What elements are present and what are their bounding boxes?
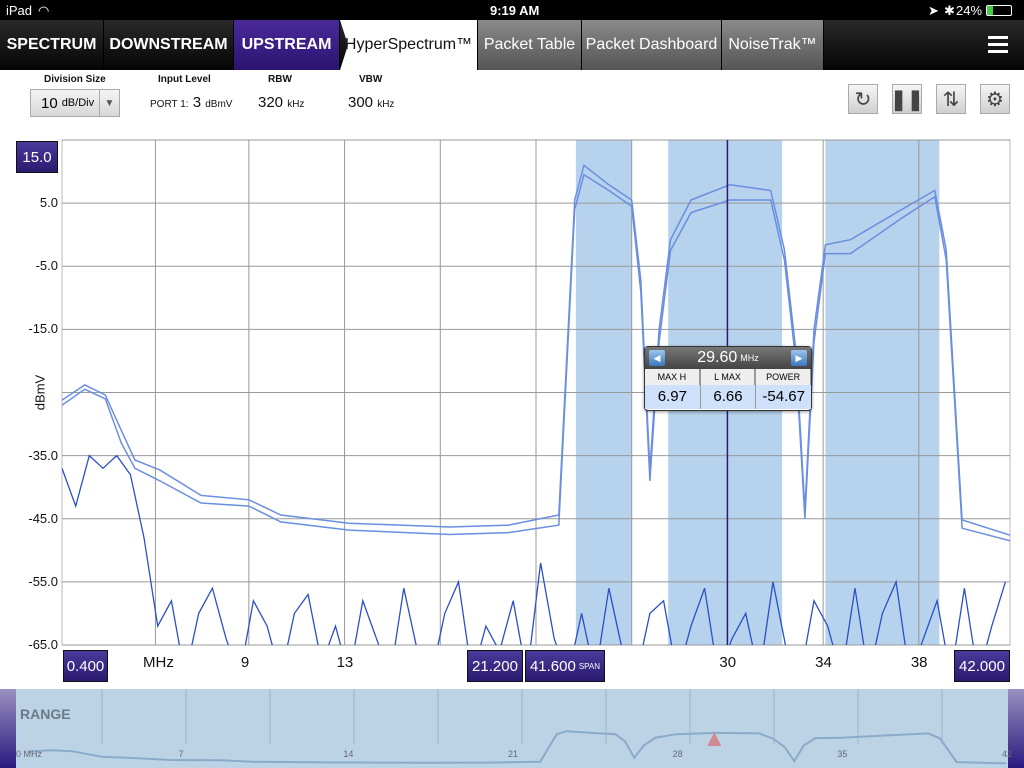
x-tick-label: 13 <box>336 654 354 671</box>
spectrum-chart[interactable] <box>0 0 1024 690</box>
marker-freq: 29.60 <box>697 349 738 366</box>
y-tick-label: -55.0 <box>28 573 58 589</box>
range-tick-label: 21 <box>508 749 519 759</box>
span-value: 41.600 <box>529 657 576 675</box>
live-max-label: L MAX <box>700 369 756 385</box>
range-tick-label: 35 <box>837 749 848 759</box>
x-tick-label: 9 <box>240 654 250 671</box>
y-tick-label: -45.0 <box>28 510 58 526</box>
range-tick-label: 0 MHz <box>16 749 43 759</box>
max-hold-label: MAX H <box>645 369 700 385</box>
arrow-left-icon[interactable]: ◀ <box>649 350 665 366</box>
arrow-right-icon[interactable]: ▶ <box>791 350 807 366</box>
ref-level-box[interactable]: 15.0 <box>16 141 58 173</box>
marker-readout: ◀ 29.60 MHz ▶ MAX H 6.97 L MAX 6.66 POWER -54.… <box>644 346 812 411</box>
marker-unit: MHz <box>740 353 759 363</box>
max-hold-value: 6.97 <box>645 385 700 409</box>
live-max-value: 6.66 <box>700 385 756 409</box>
x-tick-label: 38 <box>910 654 928 671</box>
start-freq-box[interactable]: 0.400 <box>63 650 108 682</box>
span-box[interactable]: 41.600 SPAN <box>525 650 605 682</box>
span-label: SPAN <box>578 661 601 671</box>
range-tick-label: 7 <box>178 749 184 759</box>
power-value: -54.67 <box>756 385 812 409</box>
x-tick-label: 30 <box>719 654 737 671</box>
y-tick-label: -35.0 <box>28 447 58 463</box>
range-tick-label: 28 <box>672 749 683 759</box>
center-freq-box[interactable]: 21.200 <box>467 650 523 682</box>
stop-freq-box[interactable]: 42.000 <box>954 650 1010 682</box>
power-label: POWER <box>756 369 812 385</box>
range-tick-label: 14 <box>343 749 354 759</box>
y-tick-label: -65.0 <box>28 637 58 652</box>
y-tick-label: -5.0 <box>35 258 58 274</box>
y-tick-label: 5.0 <box>39 195 58 211</box>
y-axis-label: dBmV <box>32 374 48 411</box>
x-tick-label: 34 <box>815 654 832 671</box>
y-tick-label: -15.0 <box>28 321 58 337</box>
range-navigator[interactable]: RANGE 0 MHz 7 14 21 28 35 42 <box>0 689 1024 768</box>
range-tick-label: 42 <box>1002 749 1013 759</box>
x-unit-label: MHz <box>143 654 174 671</box>
